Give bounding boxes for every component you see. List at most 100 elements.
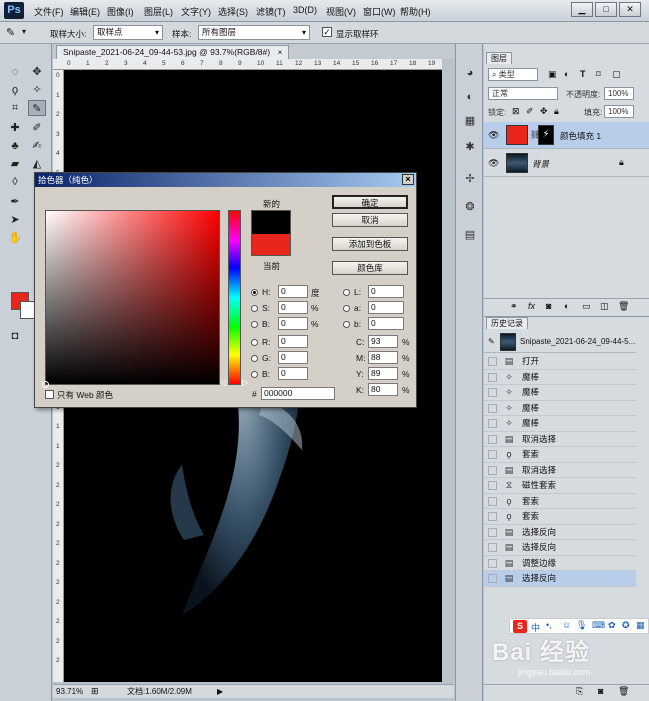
filter-type-icon[interactable]: T	[580, 69, 586, 79]
color-palette-icon[interactable]: ◕	[462, 66, 478, 80]
history-checkbox[interactable]	[488, 543, 497, 552]
show-ring-checkbox[interactable]: ✓	[322, 27, 332, 37]
add-to-swatches-button[interactable]: 添加到色板	[332, 237, 408, 251]
magenta-field[interactable]: 88	[368, 351, 398, 364]
dialog-title-bar[interactable]: 拾色器（纯色）	[35, 173, 416, 187]
lab-b-field[interactable]: 0	[368, 317, 404, 330]
trash-icon[interactable]: 🗑︎	[618, 686, 629, 697]
swatches-icon[interactable]: ▦	[462, 114, 478, 128]
history-item[interactable]: ▤ 调整边缘	[484, 556, 636, 571]
filter-smart-icon[interactable]: ▢	[612, 69, 621, 80]
eraser-tool-icon[interactable]: ▰	[6, 156, 24, 172]
paths-icon[interactable]: ✢	[462, 172, 478, 186]
menu-3d[interactable]: 3D(D)	[293, 5, 317, 15]
filter-pixel-icon[interactable]: ▣	[548, 69, 557, 80]
brightness-radio[interactable]	[251, 321, 258, 328]
healing-tool-icon[interactable]: ✚	[6, 120, 24, 136]
history-item[interactable]: ✧ 魔棒	[484, 416, 636, 432]
history-checkbox[interactable]	[488, 357, 497, 366]
move-tool-icon[interactable]: ✥	[28, 64, 46, 80]
menu-image[interactable]: 图像(I)	[107, 5, 134, 18]
menu-window[interactable]: 窗口(W)	[363, 5, 396, 18]
filter-shape-icon[interactable]: ⌑	[596, 69, 601, 80]
menu-edit[interactable]: 编辑(E)	[70, 5, 100, 18]
history-item[interactable]: ▤ 选择反向	[484, 540, 636, 556]
layers-tab[interactable]: 图层	[486, 52, 512, 64]
dialog-close-button[interactable]: ×	[402, 174, 414, 185]
hand-tool-icon[interactable]: ✋	[6, 230, 24, 246]
history-checkbox[interactable]	[488, 450, 497, 459]
green-radio[interactable]	[251, 355, 258, 362]
history-item[interactable]: ⧖ 磁性套索	[484, 478, 636, 494]
lab-b-radio[interactable]	[343, 321, 350, 328]
hex-field[interactable]: 000000	[261, 387, 335, 400]
punctuation-icon[interactable]: •,	[546, 620, 552, 630]
quick-mask-icon[interactable]: ◘	[6, 328, 24, 344]
close-button[interactable]: ✕	[619, 2, 641, 17]
trash-icon[interactable]: 🗑︎	[618, 301, 629, 312]
history-item[interactable]: ϙ 套索	[484, 509, 636, 525]
history-checkbox[interactable]	[488, 527, 497, 537]
opacity-input[interactable]: 100%	[604, 87, 634, 100]
layer-row[interactable]: 👁︎ 背景 🔒︎	[484, 150, 649, 177]
link-icon[interactable]: ⚭	[510, 301, 518, 312]
history-item[interactable]: ▤ 取消选择	[484, 432, 636, 447]
history-tab[interactable]: 历史记录	[486, 317, 528, 329]
new-layer-icon[interactable]: ◫	[600, 301, 609, 312]
filter-adjust-icon[interactable]: ◐	[564, 69, 569, 79]
info-icon[interactable]: ▤	[462, 228, 478, 242]
adjustment-icon[interactable]: ◐	[564, 301, 569, 311]
menu-filter[interactable]: 滤镜(T)	[256, 5, 286, 18]
toolbox-icon[interactable]: ✪	[622, 620, 630, 631]
history-item[interactable]: ✧ 魔棒	[484, 370, 636, 385]
lock-position-icon[interactable]: ✥	[540, 106, 548, 117]
skin-icon[interactable]: ✿	[608, 620, 616, 631]
history-checkbox[interactable]	[488, 419, 497, 428]
hue-field[interactable]: 0	[278, 285, 308, 298]
menu-select[interactable]: 选择(S)	[218, 5, 248, 18]
brush-presets-icon[interactable]: ✱	[462, 140, 478, 154]
fill-input[interactable]: 100%	[604, 105, 634, 118]
zoom-level[interactable]: 93.71%	[56, 685, 83, 698]
lasso-tool-icon[interactable]: ϙ	[6, 82, 24, 98]
adjustments-icon[interactable]: ◐	[462, 90, 478, 104]
brightness-field[interactable]: 0	[278, 317, 308, 330]
crop-tool-icon[interactable]: ⌗	[6, 100, 24, 116]
sample-size-select[interactable]: 取样点	[93, 25, 163, 40]
layer-row[interactable]: 👁︎ ⛓ ⚡ 颜色填充 1	[484, 122, 649, 149]
path-select-tool-icon[interactable]: ➤	[6, 212, 24, 228]
color-picker-cursor[interactable]	[42, 381, 49, 388]
history-item[interactable]: ✧ 魔棒	[484, 385, 636, 401]
history-snapshot[interactable]: ✎ Snipaste_2021-06-24_09-44-5...	[484, 331, 636, 353]
green-field[interactable]: 0	[278, 351, 308, 364]
keyboard-icon[interactable]: ⌨	[592, 620, 605, 631]
menu-file[interactable]: 文件(F)	[34, 5, 64, 18]
history-checkbox[interactable]	[488, 403, 497, 413]
lightness-radio[interactable]	[343, 289, 350, 296]
menu-help[interactable]: 帮助(H)	[400, 5, 431, 18]
saturation-brightness-field[interactable]	[42, 210, 220, 388]
current-color-swatch[interactable]	[251, 234, 291, 256]
maximize-button[interactable]: □	[595, 2, 617, 17]
layer-kind-filter[interactable]: ⌕ 类型	[488, 68, 538, 81]
mask-icon[interactable]: ◙	[546, 301, 551, 311]
history-checkbox[interactable]	[488, 372, 497, 382]
menu-view[interactable]: 视图(V)	[326, 5, 356, 18]
web-colors-checkbox[interactable]	[45, 390, 54, 399]
hue-slider-right-arrow-icon[interactable]: ▷	[242, 378, 248, 387]
tool-preset-chevron-icon[interactable]: ▾	[22, 27, 26, 36]
blend-mode-select[interactable]: 正常	[488, 87, 558, 100]
document-tab[interactable]: Snipaste_2021-06-24_09-44-53.jpg @ 93.7%…	[56, 45, 290, 59]
emoji-icon[interactable]: ☺	[562, 620, 571, 630]
history-checkbox[interactable]	[488, 465, 497, 475]
paint-bucket-tool-icon[interactable]: ◭	[28, 156, 46, 172]
lock-all-icon[interactable]: 🔒︎	[554, 106, 559, 117]
lab-a-radio[interactable]	[343, 305, 350, 312]
status-arrow-icon[interactable]: ▶	[217, 685, 223, 698]
visibility-eye-icon[interactable]: 👁︎	[488, 158, 499, 169]
history-checkbox[interactable]	[488, 496, 497, 506]
lock-transparent-icon[interactable]: ⊠	[512, 106, 520, 117]
minimize-button[interactable]: ▁	[571, 2, 593, 17]
history-item[interactable]: ✧ 魔棒	[484, 401, 636, 416]
history-checkbox[interactable]	[488, 434, 497, 444]
